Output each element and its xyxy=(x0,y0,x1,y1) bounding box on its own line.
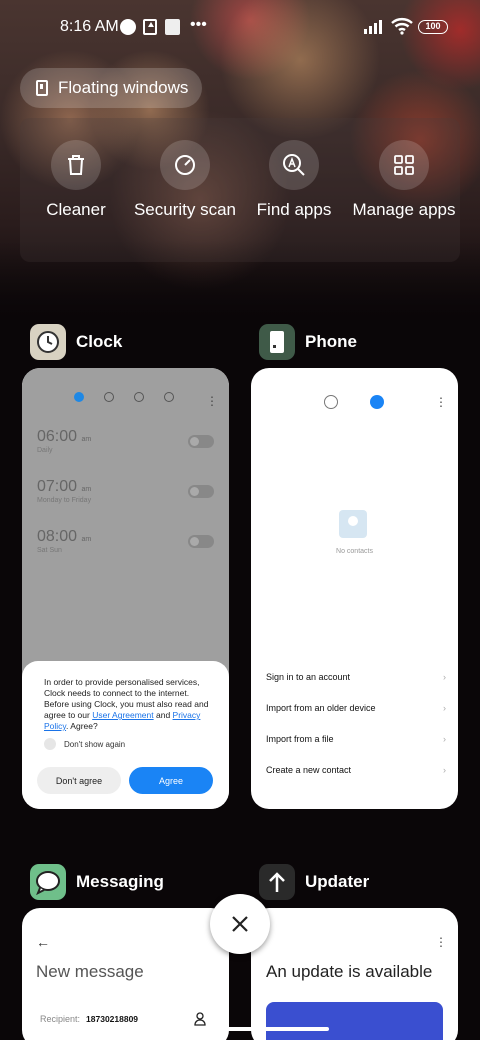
search-apps-icon xyxy=(269,140,319,190)
back-arrow-icon: ← xyxy=(36,934,50,950)
phone-app-icon xyxy=(259,324,295,360)
more-options-icon: ⋮ xyxy=(435,935,447,949)
messaging-app-header[interactable]: Messaging xyxy=(30,864,164,900)
updater-app-icon xyxy=(259,864,295,900)
messaging-app-title: Messaging xyxy=(76,872,164,891)
contact-placeholder-icon xyxy=(339,510,367,538)
dont-show-again: Don't show again xyxy=(44,738,215,750)
dont-agree-button: Don't agree xyxy=(37,767,121,794)
timer-tab-icon xyxy=(164,392,174,402)
updater-app-card[interactable]: ⋮ An update is available xyxy=(251,908,458,1040)
security-scan-label: Security scan xyxy=(133,200,237,219)
gauge-icon xyxy=(160,140,210,190)
no-contacts-label: No contacts xyxy=(336,548,373,555)
cleaner-label: Cleaner xyxy=(46,200,106,219)
alarm-item: 06:00 am Daily xyxy=(37,428,92,454)
floating-windows-button[interactable]: Floating windows xyxy=(20,68,202,108)
update-banner xyxy=(266,1002,443,1040)
clock-app-card[interactable]: ⋮ 06:00 am Daily 07:00 am Monday to Frid… xyxy=(22,368,229,809)
close-icon xyxy=(232,916,248,932)
clear-all-button[interactable] xyxy=(210,894,270,954)
grid-icon xyxy=(379,140,429,190)
alarm-item: 07:00 am Monday to Friday xyxy=(37,478,92,504)
messaging-app-icon xyxy=(30,864,66,900)
clock-tabs xyxy=(74,392,174,402)
more-options-icon: ⋮ xyxy=(435,395,447,409)
wifi-icon xyxy=(391,18,413,35)
alarm-item: 08:00 am Sat Sun xyxy=(37,528,92,554)
list-item: Sign in to an account › xyxy=(266,672,446,682)
battery-icon: 100 xyxy=(418,20,448,34)
phone-app-card[interactable]: ⋮ No contacts Sign in to an account › Imp… xyxy=(251,368,458,809)
new-message-heading: New message xyxy=(36,962,144,981)
more-options-icon: ⋮ xyxy=(206,394,218,408)
chevron-right-icon: › xyxy=(443,703,446,713)
list-item: Import from an older device › xyxy=(266,703,446,713)
trash-icon xyxy=(51,140,101,190)
more-notifications-icon: ••• xyxy=(190,16,207,33)
clock-tab-icon xyxy=(104,392,114,402)
update-heading: An update is available xyxy=(266,962,433,981)
security-scan-button[interactable]: Security scan xyxy=(130,140,240,220)
manage-apps-button[interactable]: Manage apps xyxy=(349,140,459,220)
find-apps-button[interactable]: Find apps xyxy=(239,140,349,220)
chevron-right-icon: › xyxy=(443,672,446,682)
alarm-toggle xyxy=(188,485,214,498)
contact-picker-icon xyxy=(194,1012,206,1026)
list-item: Import from a file › xyxy=(266,734,446,744)
notification-icon xyxy=(165,19,180,35)
home-indicator[interactable] xyxy=(151,1027,329,1031)
clock-app-icon xyxy=(30,324,66,360)
status-bar: 8:16 AM ••• 100 xyxy=(0,0,480,56)
clock-app-title: Clock xyxy=(76,332,123,351)
phone-app-title: Phone xyxy=(305,332,357,351)
manage-apps-label: Manage apps xyxy=(352,200,456,219)
updater-app-header[interactable]: Updater xyxy=(259,864,369,900)
floating-windows-label: Floating windows xyxy=(58,78,189,97)
status-time: 8:16 AM xyxy=(60,18,119,35)
list-item: Create a new contact › xyxy=(266,765,446,775)
chevron-right-icon: › xyxy=(443,734,446,744)
agree-button: Agree xyxy=(129,767,213,794)
recipient-field: Recipient: 18730218809 xyxy=(40,1014,139,1024)
call-log-tab-icon xyxy=(324,395,338,409)
alarm-toggle xyxy=(188,435,214,448)
alarm-tab-icon xyxy=(74,392,84,402)
contacts-tab-icon xyxy=(370,395,384,409)
alarm-toggle xyxy=(188,535,214,548)
floating-window-icon xyxy=(36,80,48,96)
dont-show-checkbox xyxy=(44,738,56,750)
consent-text: In order to provide personalised service… xyxy=(44,677,209,731)
phone-app-header[interactable]: Phone xyxy=(259,324,357,360)
stopwatch-tab-icon xyxy=(134,392,144,402)
data-saver-icon xyxy=(120,19,136,35)
signal-icon xyxy=(364,20,386,34)
clock-app-header[interactable]: Clock xyxy=(30,324,122,360)
messaging-app-card[interactable]: ← New message Recipient: 18730218809 xyxy=(22,908,229,1040)
cleaner-button[interactable]: Cleaner xyxy=(21,140,131,220)
upload-icon xyxy=(143,19,157,35)
updater-app-title: Updater xyxy=(305,872,370,891)
chevron-right-icon: › xyxy=(443,765,446,775)
find-apps-label: Find apps xyxy=(256,200,332,219)
consent-dialog: In order to provide personalised service… xyxy=(22,661,229,809)
